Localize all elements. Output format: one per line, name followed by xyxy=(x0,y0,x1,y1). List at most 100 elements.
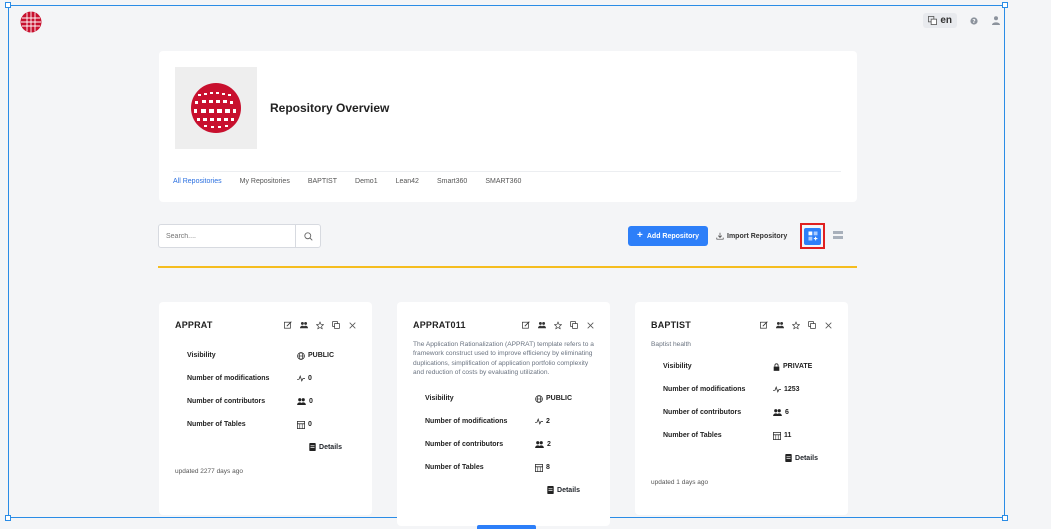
contributors-icon[interactable] xyxy=(300,321,308,329)
list-view-toggle[interactable] xyxy=(833,230,843,240)
repository-tabs: All Repositories My Repositories BAPTIST… xyxy=(173,171,841,189)
translate-icon xyxy=(928,16,938,25)
close-icon[interactable] xyxy=(348,321,356,329)
search-box xyxy=(158,224,321,248)
contributors-value: 6 xyxy=(785,409,789,417)
contributors-icon[interactable] xyxy=(538,321,546,329)
search-icon xyxy=(303,231,313,241)
overview-header-card: Repository Overview All Repositories My … xyxy=(159,51,857,202)
tab-smart360[interactable]: Smart360 xyxy=(437,178,467,189)
copy-icon[interactable] xyxy=(808,321,816,329)
contributors-label: Number of contributors xyxy=(187,398,266,405)
svg-text:?: ? xyxy=(972,19,975,25)
section-divider xyxy=(158,266,857,268)
visibility-label: Visibility xyxy=(663,363,692,371)
visibility-label: Visibility xyxy=(187,352,216,359)
modifications-label: Number of modifications xyxy=(425,418,508,426)
details-link[interactable]: Details xyxy=(175,436,356,458)
resize-handle-br[interactable] xyxy=(1002,515,1008,521)
contributors-value: 0 xyxy=(309,398,313,405)
help-icon[interactable]: ? xyxy=(969,16,979,26)
updated-text: updated 1 days ago xyxy=(651,479,709,487)
close-icon[interactable] xyxy=(586,321,594,329)
visibility-value: PRIVATE xyxy=(783,363,813,371)
modifications-value: 0 xyxy=(308,375,312,382)
grid-view-icon xyxy=(804,227,821,245)
lock-icon xyxy=(773,363,780,371)
page-title: Repository Overview xyxy=(270,101,390,115)
brand-logo-icon[interactable] xyxy=(20,11,42,33)
repository-card-apprat[interactable]: APPRAT Visibility PUBLIC Number of modifi… xyxy=(159,302,372,515)
visibility-value: PUBLIC xyxy=(308,352,335,359)
grid-view-toggle[interactable] xyxy=(800,223,825,249)
globe-icon xyxy=(297,351,305,360)
edit-icon[interactable] xyxy=(760,321,768,329)
visibility-label: Visibility xyxy=(425,395,454,403)
contributors-icon[interactable] xyxy=(776,321,784,329)
search-button[interactable] xyxy=(295,225,320,247)
user-icon[interactable] xyxy=(991,16,1001,26)
details-link[interactable]: Details xyxy=(651,447,832,469)
repository-logo xyxy=(175,67,257,149)
visibility-value: PUBLIC xyxy=(546,395,573,403)
details-label: Details xyxy=(557,486,580,494)
tab-demo1[interactable]: Demo1 xyxy=(355,178,378,189)
updated-text: updated 2277 days ago xyxy=(175,468,243,475)
table-icon xyxy=(535,463,543,472)
table-icon xyxy=(773,431,781,440)
tab-all-repositories[interactable]: All Repositories xyxy=(173,178,222,189)
modifications-label: Number of modifications xyxy=(663,386,746,394)
card-description: The Application Rationalization (APPRAT)… xyxy=(413,341,594,376)
star-icon[interactable] xyxy=(554,320,562,329)
card-description: Baptist health xyxy=(651,341,691,348)
import-repository-label: Import Repository xyxy=(727,232,788,240)
resize-handle-tr[interactable] xyxy=(1002,2,1008,8)
repository-card-apprat011[interactable]: APPRAT011 The Application Rationalizatio… xyxy=(397,302,610,526)
add-repository-button[interactable]: + Add Repository xyxy=(628,226,708,246)
tab-baptist[interactable]: BAPTIST xyxy=(308,178,337,189)
tables-value: 0 xyxy=(308,421,312,428)
tab-my-repositories[interactable]: My Repositories xyxy=(240,178,290,189)
globe-icon xyxy=(535,394,543,403)
tab-smart360-upper[interactable]: SMART360 xyxy=(485,178,521,189)
card-title: APPRAT xyxy=(175,320,213,330)
details-link[interactable]: Details xyxy=(413,479,594,501)
copy-icon[interactable] xyxy=(332,321,340,329)
edit-icon[interactable] xyxy=(522,321,530,329)
import-repository-button[interactable]: Import Repository xyxy=(716,226,787,246)
resize-handle-bl[interactable] xyxy=(5,515,11,521)
list-view-icon xyxy=(833,231,843,239)
card-title: APPRAT011 xyxy=(413,320,466,330)
resize-handle-tl[interactable] xyxy=(5,2,11,8)
edit-icon[interactable] xyxy=(284,321,292,329)
table-icon xyxy=(297,420,305,429)
tab-lean42[interactable]: Lean42 xyxy=(396,178,419,189)
details-icon xyxy=(785,454,792,463)
tables-label: Number of Tables xyxy=(663,432,722,440)
tables-label: Number of Tables xyxy=(425,464,484,472)
details-icon xyxy=(547,486,554,495)
language-label: en xyxy=(940,15,952,26)
close-icon[interactable] xyxy=(824,321,832,329)
modifications-value: 1253 xyxy=(784,386,800,394)
activity-icon xyxy=(297,375,305,382)
brand-globe-icon xyxy=(191,83,241,133)
bottom-scroll-indicator[interactable] xyxy=(477,525,536,529)
copy-icon[interactable] xyxy=(570,321,578,329)
details-label: Details xyxy=(795,454,818,462)
people-icon xyxy=(535,441,544,449)
repository-card-baptist[interactable]: BAPTIST Baptist health Visibility PRIVATE… xyxy=(635,302,848,515)
activity-icon xyxy=(535,418,543,426)
modifications-value: 2 xyxy=(546,418,550,426)
star-icon[interactable] xyxy=(316,320,324,329)
card-title: BAPTIST xyxy=(651,320,691,330)
tables-value: 8 xyxy=(546,464,550,472)
people-icon xyxy=(773,409,782,417)
contributors-label: Number of contributors xyxy=(663,409,742,417)
download-icon xyxy=(716,232,724,240)
language-switcher[interactable]: en xyxy=(923,13,957,28)
tables-value: 11 xyxy=(784,432,792,440)
contributors-label: Number of contributors xyxy=(425,441,504,449)
search-input[interactable] xyxy=(159,225,295,247)
star-icon[interactable] xyxy=(792,320,800,329)
